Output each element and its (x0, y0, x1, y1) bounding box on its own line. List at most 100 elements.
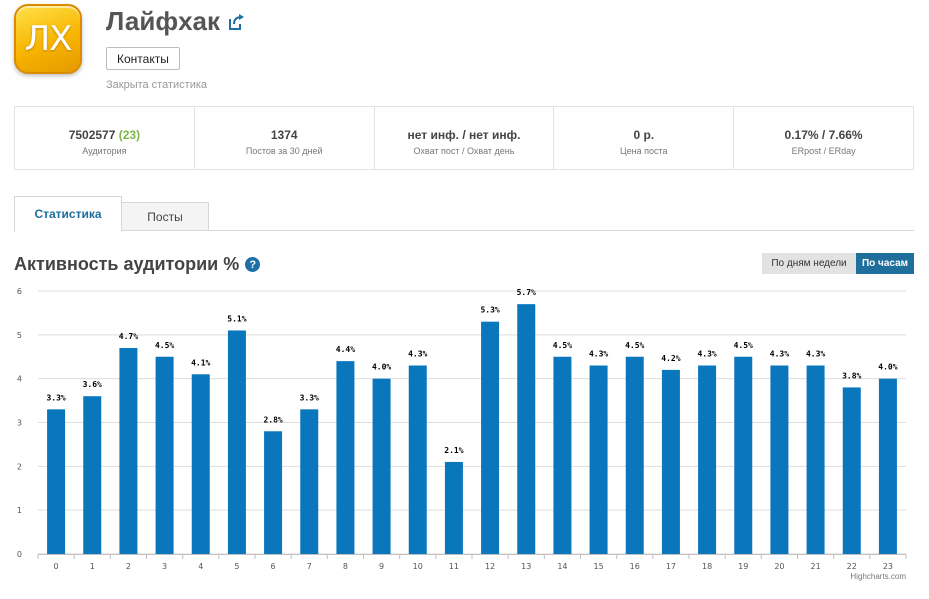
chart-bar (734, 356, 753, 554)
bar-data-label: 2.1% (444, 446, 463, 455)
tab-bar: Статистика Посты (14, 196, 914, 232)
tab-statistics[interactable]: Статистика (14, 196, 122, 232)
chart-bar (806, 365, 825, 554)
bar-data-label: 3.8% (842, 371, 861, 380)
bar-data-label: 3.3% (46, 393, 65, 402)
chart-bar (155, 356, 174, 554)
x-tick-label: 2 (126, 562, 131, 571)
chart-bar (698, 365, 717, 554)
stat-value: 1374 (270, 128, 298, 142)
bar-data-label: 4.5% (734, 341, 753, 350)
chart-credit: Highcharts.com (850, 572, 906, 581)
y-tick-label: 0 (17, 550, 22, 559)
x-tick-label: 14 (557, 562, 567, 571)
bar-data-label: 4.0% (372, 363, 391, 372)
x-tick-label: 4 (198, 562, 203, 571)
chart-bar (625, 356, 644, 554)
title-row: Лайфхак (106, 6, 246, 37)
chart-bar (481, 321, 500, 554)
bar-data-label: 4.7% (119, 332, 138, 341)
stat-label: ERpost / ERday (791, 146, 856, 156)
bar-data-label: 4.5% (155, 341, 174, 350)
y-tick-label: 2 (17, 462, 22, 471)
bar-data-label: 4.4% (336, 345, 355, 354)
x-tick-label: 11 (449, 562, 459, 571)
stats-panel: 7502577 (23) Аудитория 1374 Постов за 30… (14, 106, 914, 170)
stat-value: нет инф. / нет инф. (407, 128, 521, 142)
stat-value: 0.17% / 7.66% (784, 128, 863, 142)
chart-bar (553, 356, 572, 554)
stat-value: 7502577 (23) (15, 128, 194, 142)
toggle-by-hour-button[interactable]: По часам (856, 253, 914, 274)
bar-data-label: 4.5% (625, 341, 644, 350)
x-tick-label: 20 (774, 562, 784, 571)
x-tick-label: 9 (379, 562, 384, 571)
bar-data-label: 4.3% (408, 350, 427, 359)
x-tick-label: 10 (413, 562, 423, 571)
chart-bar (336, 361, 355, 554)
chart-bar (444, 461, 463, 554)
stat-label: Охват пост / Охват день (413, 146, 515, 156)
y-tick-label: 6 (17, 287, 22, 296)
bar-data-label: 4.3% (589, 350, 608, 359)
x-tick-label: 8 (343, 562, 348, 571)
y-tick-label: 3 (17, 419, 22, 428)
bar-data-label: 3.3% (300, 393, 319, 402)
chart-bar (517, 304, 536, 554)
bar-data-label: 3.6% (83, 380, 102, 389)
x-tick-label: 23 (883, 562, 893, 571)
x-tick-label: 7 (307, 562, 312, 571)
bar-data-label: 5.1% (227, 314, 246, 323)
stat-engagement: 0.17% / 7.66% ERpost / ERday (734, 107, 913, 169)
x-tick-label: 3 (162, 562, 167, 571)
chart-bar (83, 396, 102, 554)
chart-bar (264, 431, 283, 554)
logo-text: ЛХ (24, 19, 73, 59)
external-link-icon[interactable] (228, 13, 246, 31)
chart-bar (47, 409, 66, 554)
bar-data-label: 5.3% (480, 306, 499, 315)
bar-data-label: 5.7% (517, 288, 536, 297)
x-tick-label: 16 (630, 562, 640, 571)
audience-count: 7502577 (68, 128, 116, 142)
y-tick-label: 5 (17, 331, 22, 340)
x-tick-label: 19 (738, 562, 748, 571)
bar-data-label: 4.2% (661, 354, 680, 363)
tab-posts[interactable]: Посты (121, 202, 209, 231)
chart-bar (589, 365, 608, 554)
chart-bar (842, 387, 861, 554)
chart-bar (661, 369, 680, 554)
x-tick-label: 22 (847, 562, 857, 571)
toggle-by-weekday-button[interactable]: По дням недели (762, 253, 856, 274)
bar-data-label: 4.3% (770, 350, 789, 359)
bar-data-label: 4.3% (806, 350, 825, 359)
bar-data-label: 4.5% (553, 341, 572, 350)
x-tick-label: 17 (666, 562, 676, 571)
x-tick-label: 1 (90, 562, 95, 571)
stat-label: Аудитория (82, 146, 127, 156)
help-icon[interactable]: ? (245, 257, 261, 272)
contacts-button[interactable]: Контакты (106, 47, 180, 70)
page-title: Лайфхак (106, 6, 221, 36)
bar-data-label: 4.1% (191, 358, 210, 367)
section-title-text: Активность аудитории % (14, 254, 240, 274)
stat-post-price: 0 р. Цена поста (554, 107, 735, 169)
chart-bar (191, 374, 210, 554)
section-title: Активность аудитории % ? (14, 254, 261, 275)
chart-bar (119, 347, 138, 554)
stat-label: Цена поста (620, 146, 668, 156)
x-tick-label: 12 (485, 562, 495, 571)
x-tick-label: 13 (521, 562, 531, 571)
stat-audience: 7502577 (23) Аудитория (15, 107, 195, 169)
chart-bar (770, 365, 789, 554)
y-tick-label: 1 (17, 506, 22, 515)
chart-bar (878, 378, 897, 554)
x-tick-label: 21 (810, 562, 820, 571)
closed-stats-notice: Закрыта статистика (106, 79, 208, 91)
bar-data-label: 2.8% (263, 415, 282, 424)
chart-bar (300, 409, 319, 554)
x-tick-label: 15 (593, 562, 603, 571)
activity-bar-chart: 01234563.3%03.6%14.7%24.5%34.1%45.1%52.8… (17, 287, 907, 581)
community-logo[interactable]: ЛХ (14, 4, 82, 74)
y-tick-label: 4 (17, 375, 22, 384)
